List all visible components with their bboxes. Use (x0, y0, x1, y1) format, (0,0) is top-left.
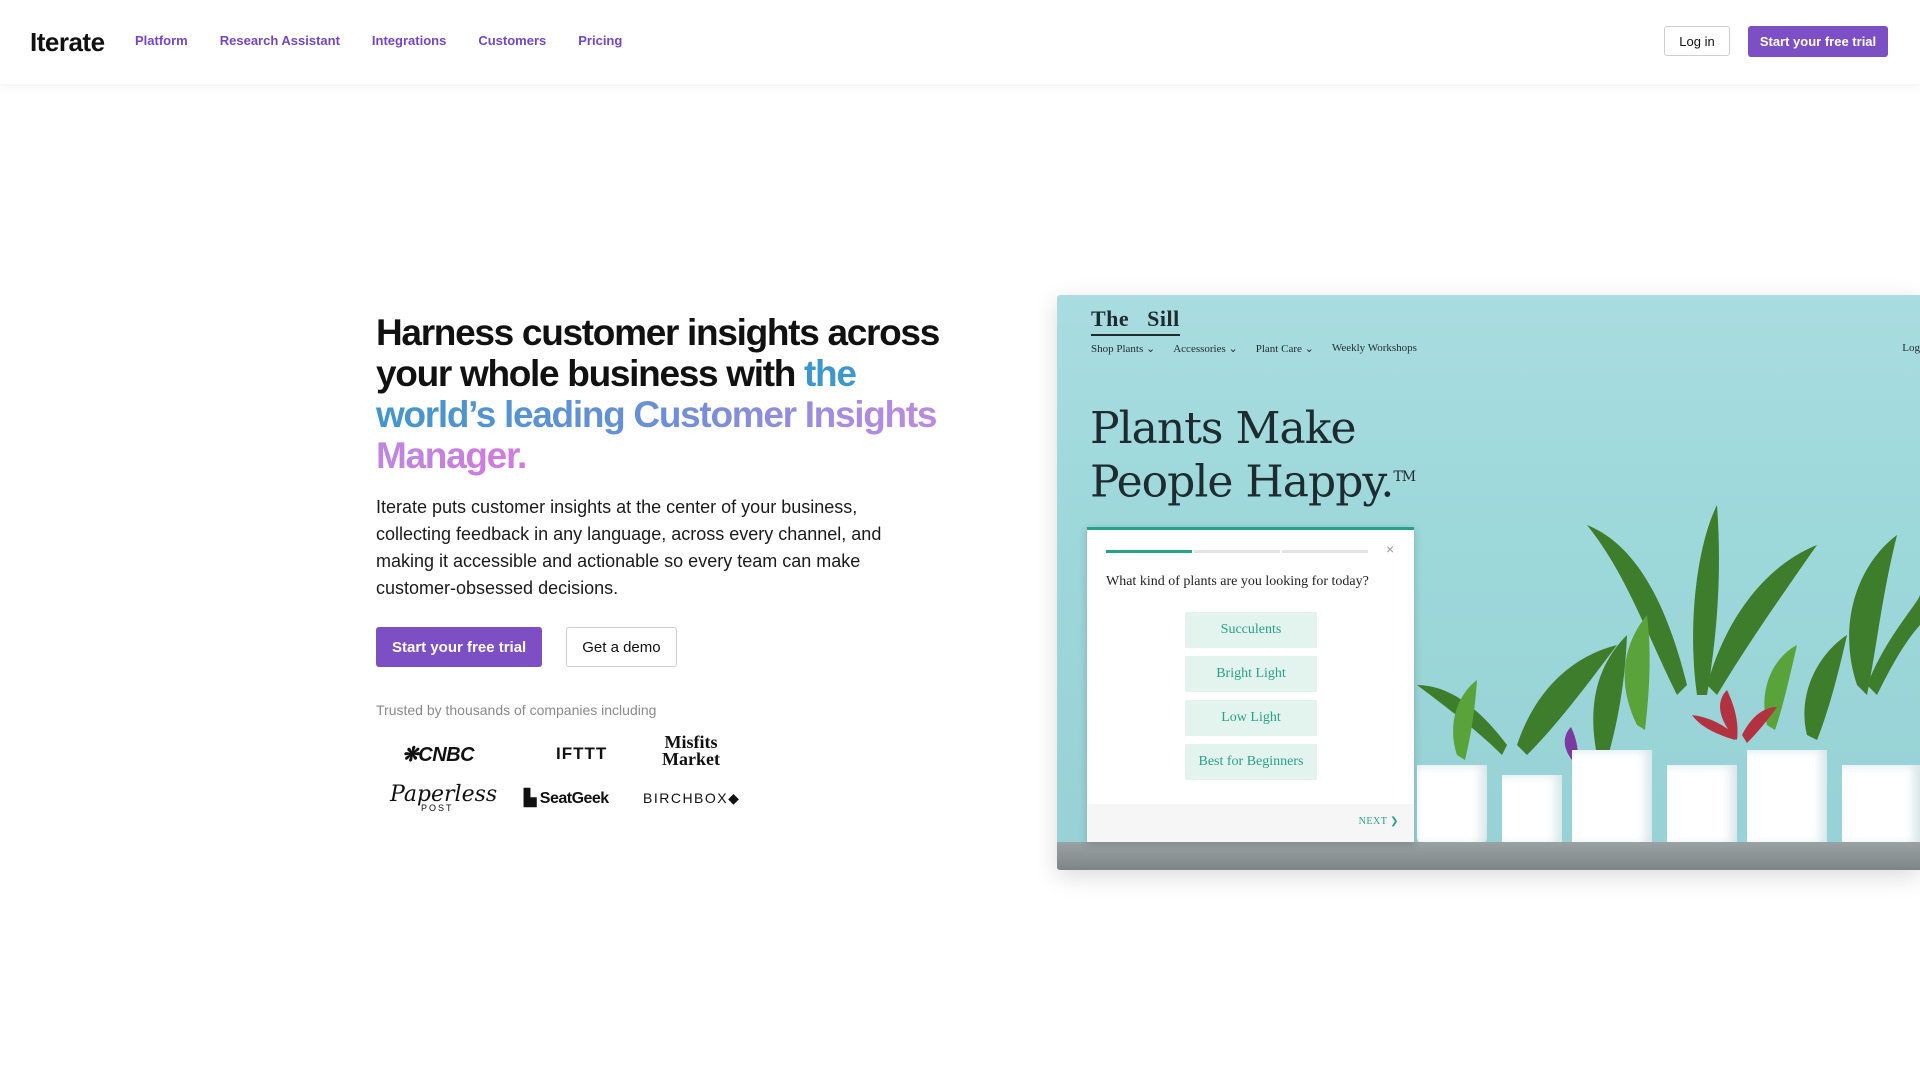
main-nav: Platform Research Assistant Integrations… (135, 33, 622, 48)
survey-option-low-light[interactable]: Low Light (1185, 700, 1317, 736)
plant-pot (1502, 775, 1562, 845)
seatgeek-logo: ▙ SeatGeek (524, 790, 609, 807)
survey-next-button[interactable]: NEXT ❯ (1359, 816, 1399, 827)
hero-subcopy: Iterate puts customer insights at the ce… (376, 497, 882, 598)
trademark: TM (1393, 469, 1416, 485)
nav-pricing[interactable]: Pricing (578, 33, 622, 48)
hero-headline: Harness customer insights across your wh… (376, 312, 966, 476)
nav-research-assistant[interactable]: Research Assistant (220, 33, 340, 48)
hero-section: Harness customer insights across your wh… (376, 312, 966, 602)
nav-platform[interactable]: Platform (135, 33, 188, 48)
preview-nav-accessories: Accessories ⌄ (1173, 343, 1238, 355)
survey-option-succulents[interactable]: Succulents (1185, 612, 1317, 648)
site-header: Iterate Platform Research Assistant Inte… (0, 0, 1920, 84)
login-button[interactable]: Log in (1664, 26, 1730, 56)
preview-nav: Shop Plants ⌄ Accessories ⌄ Plant Care ⌄… (1091, 342, 1417, 355)
preview-headline-line1: Plants Make (1090, 403, 1356, 454)
plant-pot (1667, 765, 1737, 845)
get-demo-button[interactable]: Get a demo (566, 627, 677, 667)
nav-integrations[interactable]: Integrations (372, 33, 446, 48)
the-sill-logo: The Sill (1091, 306, 1180, 336)
plant-pot (1572, 750, 1652, 845)
survey-option-bright-light[interactable]: Bright Light (1185, 656, 1317, 692)
survey-widget: × What kind of plants are you looking fo… (1087, 527, 1414, 842)
ifttt-logo: IFTTT (556, 744, 608, 763)
preview-headline: Plants Make People Happy.TM (1090, 403, 1416, 508)
survey-question: What kind of plants are you looking for … (1106, 574, 1369, 589)
iterate-logo[interactable]: Iterate (30, 27, 105, 58)
nav-customers[interactable]: Customers (478, 33, 546, 48)
customer-logos: ❋CNBC IFTTT Misfits Market Paperless POS… (376, 732, 756, 822)
survey-progress-step (1106, 550, 1192, 553)
plant-pot (1842, 765, 1920, 845)
diamond-icon: ◆ (728, 790, 741, 806)
hero-cta-row: Start your free trial Get a demo (376, 627, 677, 667)
survey-option-beginners[interactable]: Best for Beginners (1185, 744, 1317, 780)
paperless-post-sub: POST (421, 803, 454, 813)
plant-pot (1417, 765, 1487, 845)
survey-progress-step (1282, 550, 1368, 553)
birchbox-logo: BIRCHBOX◆ (643, 790, 741, 806)
header-trial-button[interactable]: Start your free trial (1748, 26, 1888, 57)
misfits-market-logo: Misfits Market (662, 732, 720, 769)
preview-headline-line2: People Happy.TM (1090, 456, 1416, 508)
preview-nav-shop-plants: Shop Plants ⌄ (1091, 343, 1156, 355)
survey-footer: NEXT ❯ (1087, 804, 1414, 842)
preview-login: Log (1902, 342, 1920, 354)
preview-nav-plant-care: Plant Care ⌄ (1255, 343, 1314, 355)
seatgeek-chair-icon: ▙ (524, 790, 536, 807)
close-icon[interactable]: × (1386, 541, 1394, 557)
shelf (1057, 842, 1920, 870)
product-preview: The Sill Shop Plants ⌄ Accessories ⌄ Pla… (1057, 295, 1920, 870)
start-trial-button[interactable]: Start your free trial (376, 627, 543, 667)
preview-nav-workshops: Weekly Workshops (1331, 342, 1417, 354)
cnbc-logo: ❋CNBC (402, 744, 475, 766)
cnbc-peacock-icon: ❋ (402, 744, 419, 766)
plant-pot (1747, 750, 1827, 845)
survey-progress-step (1194, 550, 1280, 553)
trusted-by-text: Trusted by thousands of companies includ… (376, 702, 657, 718)
